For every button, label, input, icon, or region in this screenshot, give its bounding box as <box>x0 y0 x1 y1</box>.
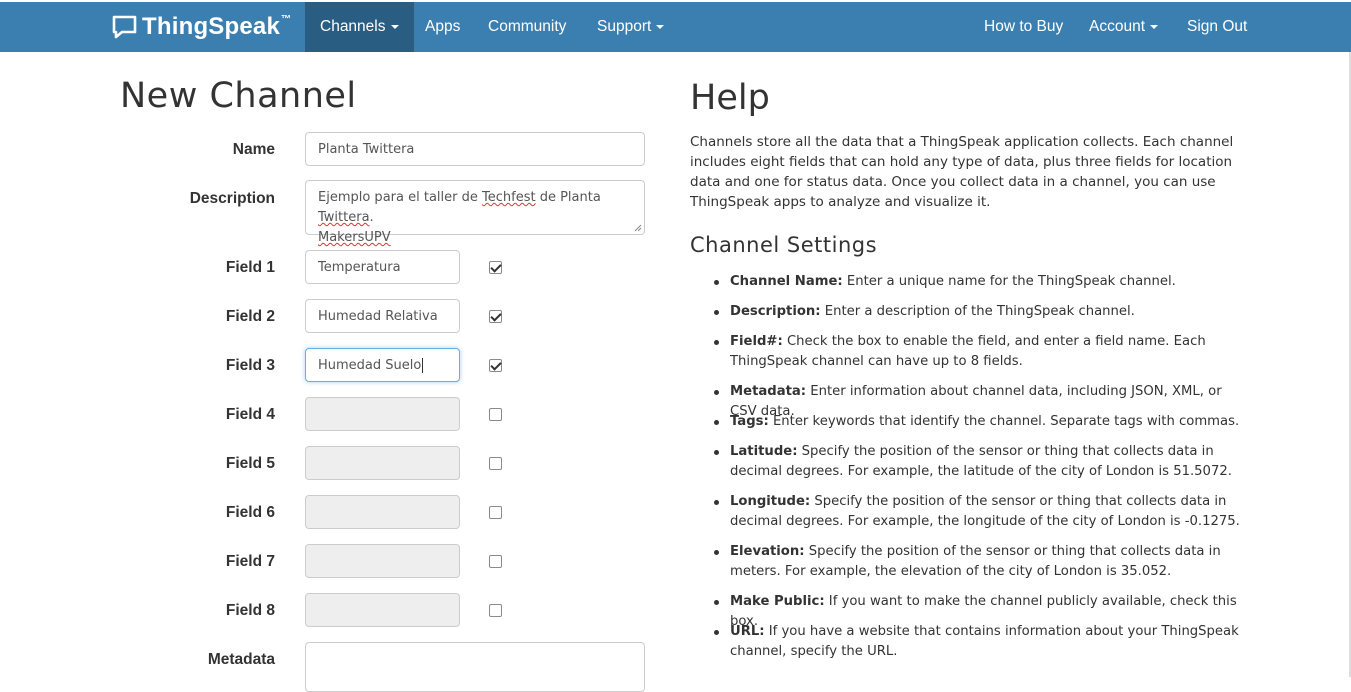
text-cursor <box>422 357 424 373</box>
help-item-channel-name: Channel Name: Enter a unique name for th… <box>714 272 1250 292</box>
field-4-label: Field 4 <box>225 406 275 423</box>
nav-community-label: Community <box>488 18 567 35</box>
nav-support-label: Support <box>597 18 652 35</box>
chat-bubble-icon <box>112 15 137 39</box>
description-label: Description <box>189 190 275 207</box>
help-term: Elevation: <box>730 544 805 559</box>
field-6-label: Field 6 <box>225 504 275 521</box>
description-text-4: Twittera <box>318 210 370 225</box>
nav-support[interactable]: Support <box>582 2 679 52</box>
description-text-6: MakersUPV <box>318 230 391 245</box>
field-8-checkbox[interactable] <box>489 604 502 617</box>
chevron-down-icon <box>390 24 399 29</box>
field-6-checkbox[interactable] <box>489 506 502 519</box>
description-text-5: . <box>369 210 374 225</box>
description-text-1: Ejemplo para el taller de <box>318 190 482 205</box>
help-term: URL: <box>730 624 765 639</box>
field-1-label: Field 1 <box>225 259 275 276</box>
field-6-input[interactable] <box>305 495 460 529</box>
nav-community[interactable]: Community <box>473 2 581 52</box>
help-item-description: Description: Enter a description of the … <box>714 302 1250 322</box>
channel-name-value: Planta Twittera <box>318 141 415 157</box>
help-title: Help <box>690 78 770 118</box>
field-3-value: Humedad Suelo <box>318 357 422 373</box>
field-3-input[interactable]: Humedad Suelo <box>305 348 460 382</box>
help-item-longitude: Longitude: Specify the position of the s… <box>714 492 1250 532</box>
help-text: Enter keywords that identify the channel… <box>768 414 1240 429</box>
nav-account[interactable]: Account <box>1074 2 1173 52</box>
field-4-checkbox[interactable] <box>489 408 502 421</box>
description-text-3: de Planta <box>535 190 601 205</box>
help-term: Latitude: <box>730 444 798 459</box>
nav-sign-out[interactable]: Sign Out <box>1172 2 1262 52</box>
channel-name-input[interactable]: Planta Twittera <box>305 132 645 166</box>
top-navbar: ThingSpeak ™ Channels Apps Community Supp… <box>0 2 1351 52</box>
help-term: Make Public: <box>730 594 825 609</box>
field-2-checkbox[interactable] <box>489 310 502 323</box>
help-term: Metadata: <box>730 384 807 399</box>
page-title: New Channel <box>120 76 357 116</box>
nav-apps-label: Apps <box>425 18 461 35</box>
help-term: Channel Name: <box>730 274 843 289</box>
field-1-value: Temperatura <box>318 259 401 275</box>
field-7-input[interactable] <box>305 544 460 578</box>
channel-settings-heading: Channel Settings <box>690 233 878 257</box>
brand-name: ThingSpeak <box>142 13 281 40</box>
help-item-tags: Tags: Enter keywords that identify the c… <box>714 412 1250 432</box>
help-text: If you have a website that contains info… <box>730 624 1239 659</box>
description-text-2: Techfest <box>482 190 536 205</box>
help-text: Specify the position of the sensor or th… <box>730 544 1221 579</box>
nav-how-to-buy-label: How to Buy <box>984 18 1064 35</box>
field-2-input[interactable]: Humedad Relativa <box>305 299 460 333</box>
field-5-label: Field 5 <box>225 455 275 472</box>
field-2-value: Humedad Relativa <box>318 308 438 324</box>
help-term: Tags: <box>730 414 769 429</box>
metadata-label: Metadata <box>207 651 275 668</box>
help-item-field: Field#: Check the box to enable the fiel… <box>714 332 1250 372</box>
resize-handle-icon[interactable] <box>634 224 642 232</box>
field-1-input[interactable]: Temperatura <box>305 250 460 284</box>
nav-channels[interactable]: Channels <box>305 2 414 52</box>
name-label: Name <box>232 141 275 158</box>
field-3-checkbox[interactable] <box>489 359 502 372</box>
field-2-label: Field 2 <box>225 308 275 325</box>
nav-apps[interactable]: Apps <box>410 2 475 52</box>
thingspeak-logo[interactable]: ThingSpeak ™ <box>112 2 291 52</box>
field-7-label: Field 7 <box>225 553 275 570</box>
help-text: Enter a unique name for the ThingSpeak c… <box>842 274 1176 289</box>
field-3-label: Field 3 <box>225 357 275 374</box>
field-8-input[interactable] <box>305 593 460 627</box>
help-item-url: URL: If you have a website that contains… <box>714 622 1250 662</box>
help-term: Description: <box>730 304 821 319</box>
nav-channels-label: Channels <box>320 18 386 35</box>
nav-sign-out-label: Sign Out <box>1187 18 1248 35</box>
field-5-checkbox[interactable] <box>489 457 502 470</box>
chevron-down-icon <box>1150 24 1159 29</box>
metadata-textarea[interactable] <box>305 642 645 692</box>
help-intro: Channels store all the data that a Thing… <box>690 134 1234 210</box>
help-text: Enter a description of the ThingSpeak ch… <box>820 304 1135 319</box>
field-4-input[interactable] <box>305 397 460 431</box>
help-text: Check the box to enable the field, and e… <box>730 334 1206 369</box>
help-item-elevation: Elevation: Specify the position of the s… <box>714 542 1250 582</box>
help-term: Field#: <box>730 334 783 349</box>
nav-account-label: Account <box>1089 18 1146 35</box>
brand-trademark: ™ <box>281 14 292 25</box>
description-textarea[interactable]: Ejemplo para el taller de Techfest de Pl… <box>305 180 645 245</box>
help-item-latitude: Latitude: Specify the position of the se… <box>714 442 1250 482</box>
field-1-checkbox[interactable] <box>489 261 502 274</box>
help-text: Specify the position of the sensor or th… <box>730 444 1232 479</box>
field-5-input[interactable] <box>305 446 460 480</box>
field-8-label: Field 8 <box>225 602 275 619</box>
chevron-down-icon <box>656 24 665 29</box>
nav-how-to-buy[interactable]: How to Buy <box>969 2 1078 52</box>
help-term: Longitude: <box>730 494 811 509</box>
field-7-checkbox[interactable] <box>489 555 502 568</box>
